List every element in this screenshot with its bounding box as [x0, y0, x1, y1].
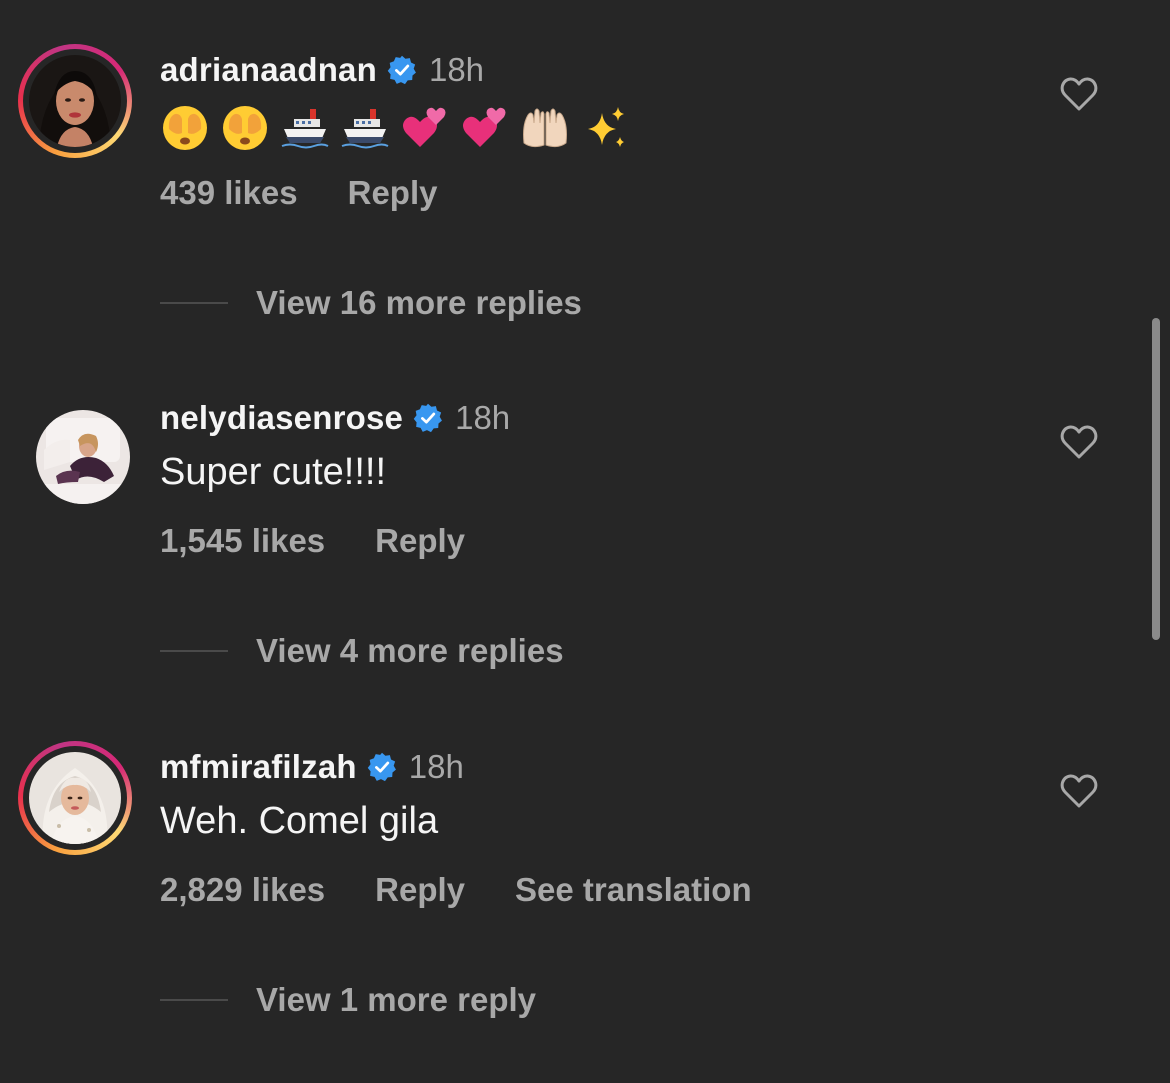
like-heart-icon[interactable]: [1060, 76, 1098, 112]
ship-icon: [281, 109, 329, 149]
reply-button[interactable]: Reply: [348, 174, 438, 212]
comment-text: Super cute!!!!: [160, 451, 387, 493]
comment-emoji-text: [160, 100, 630, 156]
comment-item: adrianaadnan 18h 439 likes Reply View 16…: [0, 44, 1170, 392]
replies-divider: [160, 302, 228, 304]
reply-button[interactable]: Reply: [375, 522, 465, 560]
view-replies-label: View 4 more replies: [256, 632, 564, 669]
avatar-story-ring[interactable]: [18, 44, 132, 158]
comment-header: mfmirafilzah 18h: [160, 741, 464, 793]
avatar-container[interactable]: [18, 392, 132, 506]
avatar-story-ring[interactable]: [18, 741, 132, 855]
username-link[interactable]: nelydiasenrose: [160, 399, 403, 437]
like-heart-icon[interactable]: [1060, 424, 1098, 460]
avatar: [36, 410, 130, 504]
face-with-hands-over-eyes-icon: [163, 106, 207, 150]
comment-time: 18h: [408, 748, 464, 785]
view-replies-label: View 16 more replies: [256, 284, 582, 321]
comment-actions: 2,829 likes Reply See translation: [160, 867, 752, 913]
view-replies-button[interactable]: View 16 more replies: [160, 280, 582, 326]
likes-count[interactable]: 1,545 likes: [160, 522, 325, 560]
username-link[interactable]: adrianaadnan: [160, 51, 377, 89]
replies-divider: [160, 999, 228, 1001]
comment-header: nelydiasenrose 18h: [160, 392, 510, 444]
scrollbar[interactable]: [1152, 318, 1160, 640]
view-replies-button[interactable]: View 1 more reply: [160, 977, 536, 1023]
comment-time: 18h: [428, 51, 485, 88]
verified-badge-icon: [413, 403, 443, 433]
comment-item: mfmirafilzah 18h Weh. Comel gila 2,829 l…: [0, 741, 1170, 1083]
comment-time: 18h: [455, 399, 511, 436]
reply-button[interactable]: Reply: [375, 871, 465, 909]
view-replies-button[interactable]: View 4 more replies: [160, 628, 564, 674]
comment-header: adrianaadnan 18h: [160, 44, 484, 96]
see-translation-link[interactable]: See translation: [515, 871, 752, 909]
comment-text: Weh. Comel gila: [160, 800, 439, 842]
revolving-hearts-icon: [463, 107, 506, 147]
ship-icon: [341, 109, 389, 149]
sparkles-icon: [588, 107, 624, 147]
face-with-hands-over-eyes-icon: [223, 106, 267, 150]
view-replies-label: View 1 more reply: [256, 981, 537, 1018]
comment-item: nelydiasenrose 18h Super cute!!!! 1,545 …: [0, 392, 1170, 740]
palms-up-together-icon: [523, 108, 567, 148]
likes-count[interactable]: 2,829 likes: [160, 871, 325, 909]
likes-count[interactable]: 439 likes: [160, 174, 298, 212]
verified-badge-icon: [367, 752, 396, 782]
avatar: [29, 752, 121, 844]
like-heart-icon[interactable]: [1060, 773, 1098, 809]
comment-actions: 1,545 likes Reply: [160, 518, 465, 564]
comment-actions: 439 likes Reply: [160, 170, 438, 216]
username-link[interactable]: mfmirafilzah: [160, 748, 357, 786]
verified-badge-icon: [387, 55, 416, 85]
replies-divider: [160, 650, 228, 652]
comments-screen: adrianaadnan 18h 439 likes Reply View 16…: [0, 0, 1170, 1083]
revolving-hearts-icon: [403, 107, 446, 147]
avatar: [29, 55, 121, 147]
